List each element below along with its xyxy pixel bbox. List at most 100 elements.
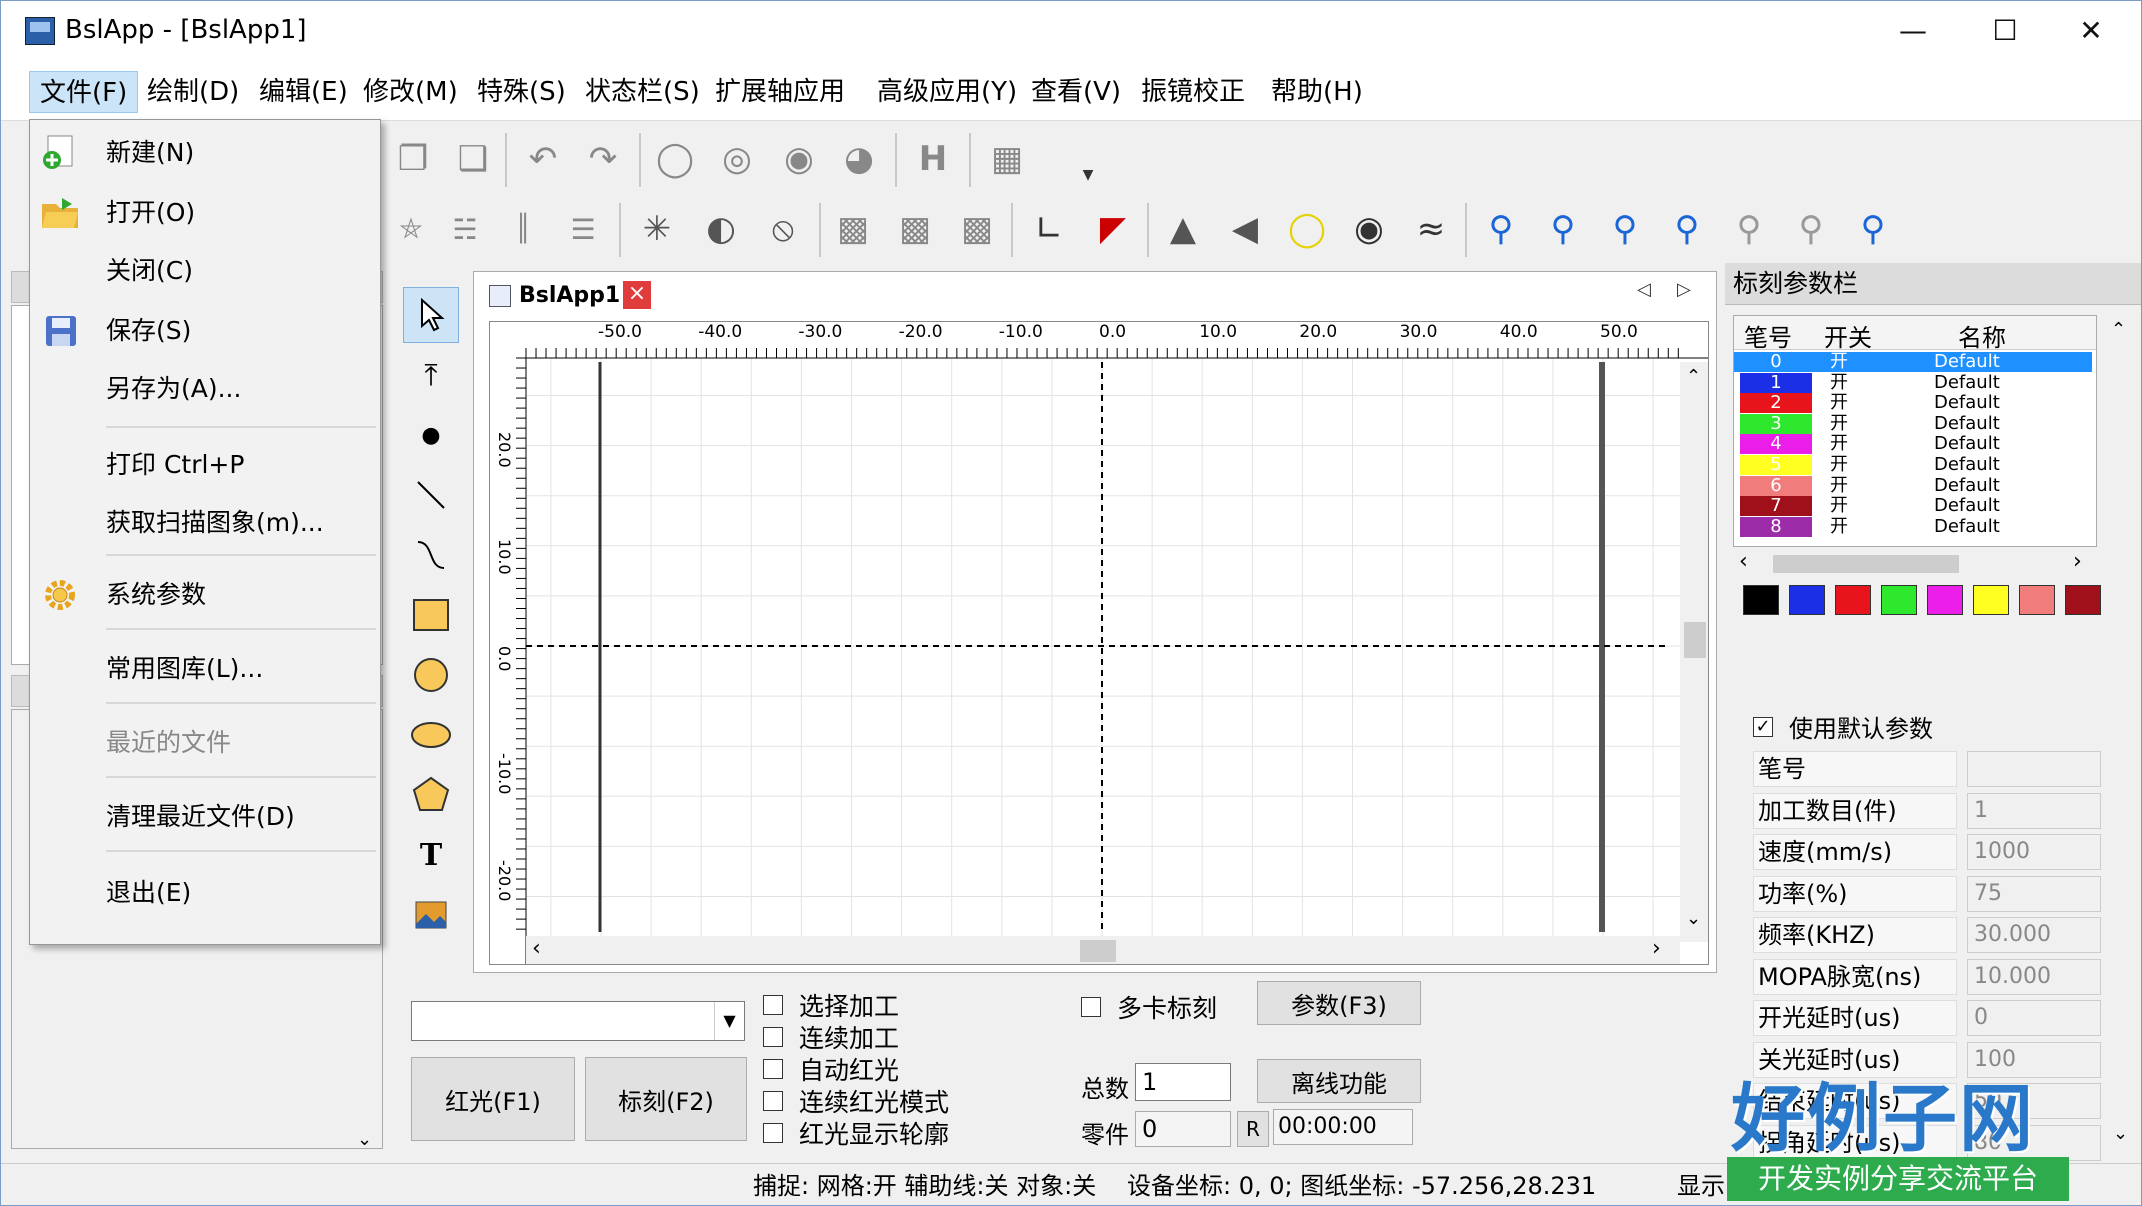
pen-row[interactable]: 7 开 Default	[1734, 496, 2092, 517]
menu-acquire-image[interactable]: 获取扫描图象(m)...	[30, 498, 380, 548]
mark-mode-select[interactable]: ▼	[411, 1001, 745, 1041]
unlock-all-icon[interactable]: ▩	[955, 207, 999, 251]
offline-button[interactable]: 离线功能	[1257, 1059, 1421, 1103]
check-red-outline[interactable]: 红光显示轮廓	[763, 1115, 949, 1151]
menu-exit[interactable]: 退出(E)	[30, 868, 380, 918]
chevron-down-icon[interactable]: ▼	[714, 1002, 744, 1040]
menu-close[interactable]: 关闭(C)	[30, 246, 380, 296]
h-distribute-icon[interactable]: ║	[501, 207, 545, 251]
unlock-icon[interactable]: ▩	[893, 207, 937, 251]
bitmap-tool-icon[interactable]	[403, 887, 459, 943]
check-use-default[interactable]: ✓ 使用默认参数	[1753, 709, 1933, 744]
polygon-tool-icon[interactable]	[403, 767, 459, 823]
menu-library[interactable]: 常用图库(L)...	[30, 644, 380, 694]
menu-statusbar[interactable]: 状态栏(S)	[575, 71, 710, 113]
param-value[interactable]: 1000	[1967, 834, 2101, 870]
menu-save[interactable]: 保存(S)	[30, 306, 380, 356]
point-tool-icon[interactable]: ●	[403, 407, 459, 463]
param-value[interactable]: 1	[1967, 792, 2101, 829]
scroll-right-icon[interactable]: ›	[2073, 549, 2082, 574]
copy-icon[interactable]: ❐	[391, 137, 435, 181]
pen-color-swatch[interactable]	[1789, 585, 1825, 615]
eye-closed-icon[interactable]: ≈	[1409, 207, 1453, 251]
group-icon[interactable]: ◯	[653, 137, 697, 181]
param-value[interactable]: 0	[1967, 1000, 2101, 1036]
param-value[interactable]: 10.000	[1967, 958, 2101, 995]
params-vscroll[interactable]: ⌄	[2105, 653, 2139, 1163]
redo-icon[interactable]: ↷	[581, 137, 625, 181]
lock-icon[interactable]: ▩	[831, 207, 875, 251]
v-distribute-icon[interactable]: ☰	[561, 207, 605, 251]
zoom-all-icon[interactable]: ⚲	[1727, 207, 1771, 251]
ungroup-icon[interactable]: ◎	[715, 137, 759, 181]
tab-scroll-left-icon[interactable]: ◁	[1637, 279, 1651, 300]
maximize-button[interactable]: ☐	[1959, 1, 2051, 61]
scroll-down-icon[interactable]: ⌄	[357, 1129, 377, 1150]
menu-new[interactable]: 新建(N)	[30, 128, 380, 178]
vertical-scroll-thumb[interactable]	[1684, 622, 1706, 658]
params-button[interactable]: 参数(F3)	[1257, 981, 1421, 1025]
zoom-in-icon[interactable]: ⚲	[1603, 207, 1647, 251]
pen-row[interactable]: 5 开 Default	[1734, 455, 2092, 475]
scroll-right-icon[interactable]: ›	[1652, 936, 1661, 961]
pen-row[interactable]: 0 开 Default	[1734, 352, 2092, 372]
pen-color-swatch[interactable]	[2065, 585, 2101, 615]
pen-color-swatch[interactable]	[1927, 585, 1963, 615]
zoom-select-icon[interactable]: ⚲	[1789, 207, 1833, 251]
param-value[interactable]: 75	[1967, 875, 2101, 912]
pen-row[interactable]: 8 开 Default	[1734, 516, 2092, 537]
scroll-up-icon[interactable]: ⌃	[1686, 366, 1701, 387]
part-input[interactable]: 0	[1135, 1111, 1231, 1147]
reset-button[interactable]: R	[1237, 1111, 1269, 1147]
hscroll-thumb[interactable]	[1773, 555, 1959, 573]
zoom-out-icon[interactable]: ⚲	[1665, 207, 1709, 251]
color-icon[interactable]: ◤	[1091, 207, 1135, 251]
mirror-h-icon[interactable]: ▲	[1161, 207, 1205, 251]
red-light-button[interactable]: 红光(F1)	[411, 1057, 575, 1141]
paste-icon[interactable]: ❑	[451, 137, 495, 181]
menu-save-as[interactable]: 另存为(A)...	[30, 364, 380, 414]
mark-button[interactable]: 标刻(F2)	[585, 1057, 747, 1141]
pen-table-vscroll[interactable]: ⌃	[2103, 315, 2139, 547]
param-value[interactable]: 30.000	[1967, 917, 2101, 953]
node-tool-icon[interactable]: ⤒	[403, 347, 459, 403]
text-tool-icon[interactable]: T	[403, 827, 459, 883]
pen-color-swatch[interactable]	[2019, 585, 2055, 615]
scroll-down-icon[interactable]: ⌄	[1686, 908, 1701, 929]
pen-row[interactable]: 1 开 Default	[1734, 372, 2092, 393]
menu-system-params[interactable]: 系统参数	[30, 570, 380, 620]
pen-row[interactable]: 4 开 Default	[1734, 434, 2092, 455]
menu-clear-recent[interactable]: 清理最近文件(D)	[30, 792, 380, 842]
close-window-button[interactable]: ✕	[2045, 1, 2137, 61]
minimize-button[interactable]: —	[1867, 1, 1959, 61]
menu-edit[interactable]: 编辑(E)	[249, 71, 358, 113]
pen-row[interactable]: 2 开 Default	[1734, 393, 2092, 414]
pen-color-swatch[interactable]	[1743, 585, 1779, 615]
scroll-left-icon[interactable]: ‹	[1739, 549, 1748, 574]
ellipse-tool-icon[interactable]	[403, 707, 459, 763]
ellipse-icon[interactable]: ◯	[1285, 207, 1329, 251]
menu-print[interactable]: 打印 Ctrl+P	[30, 440, 380, 490]
menu-ext-axis[interactable]: 扩展轴应用	[705, 71, 855, 113]
menu-open[interactable]: 打开(O)	[30, 188, 380, 238]
mirror-v-icon[interactable]: ◀	[1223, 207, 1267, 251]
chevron-down-icon[interactable]: ▼	[1081, 153, 1095, 197]
cancel-icon[interactable]: ⦸	[761, 207, 805, 251]
uncombine-icon[interactable]: ◕	[837, 137, 881, 181]
check-continuous-red-mode[interactable]: 连续红光模式	[763, 1083, 949, 1119]
pen-color-swatch[interactable]	[1973, 585, 2009, 615]
menu-advanced[interactable]: 高级应用(Y)	[867, 71, 1027, 113]
hatch-icon[interactable]: H	[911, 137, 955, 181]
menu-view[interactable]: 查看(V)	[1021, 71, 1131, 113]
scroll-up-icon[interactable]: ⌃	[2111, 319, 2126, 340]
select-tool-icon[interactable]	[403, 287, 459, 343]
zoom-icon[interactable]: ⚲	[1479, 207, 1523, 251]
check-multi-card[interactable]: 多卡标刻	[1081, 989, 1217, 1025]
tab-close-button[interactable]: ×	[623, 281, 651, 309]
scroll-down-icon[interactable]: ⌄	[2113, 1123, 2128, 1144]
pen-row[interactable]: 3 开 Default	[1734, 413, 2092, 434]
measure-icon[interactable]: ∟	[1027, 207, 1071, 251]
param-value[interactable]	[1967, 751, 2101, 787]
tab-scroll-right-icon[interactable]: ▷	[1677, 279, 1691, 300]
pen-color-swatch[interactable]	[1881, 585, 1917, 615]
